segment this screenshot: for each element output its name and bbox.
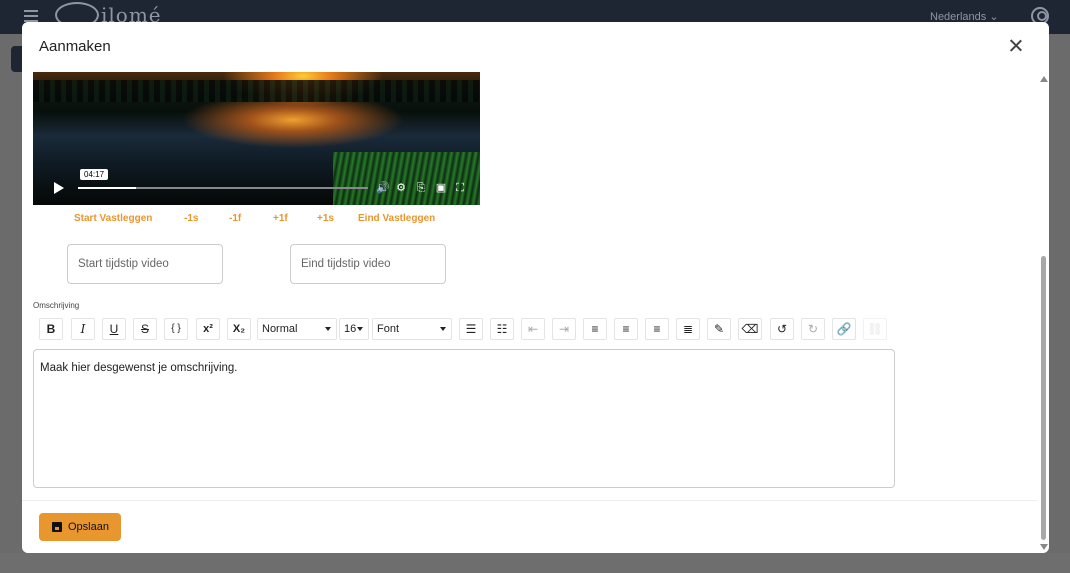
clear-formatting-eraser-icon[interactable]: ⌫ xyxy=(738,318,762,340)
plus-frame-button[interactable]: +1f xyxy=(273,213,288,224)
background-page xyxy=(0,553,1070,573)
code-button[interactable]: { } xyxy=(164,318,188,340)
align-center-icon[interactable]: ≡ xyxy=(614,318,638,340)
video-progress-bar[interactable] xyxy=(78,187,368,189)
end-time-input[interactable] xyxy=(290,244,446,284)
end-capture-button[interactable]: Eind Vastleggen xyxy=(358,213,435,224)
chevron-down-icon xyxy=(325,327,331,331)
editor-toolbar: B I U S { } x² X₂ Normal 16 Font ☰ ☷ ⇤ ⇥… xyxy=(33,316,895,344)
text-color-pen-icon[interactable]: ✎ xyxy=(707,318,731,340)
align-right-icon[interactable]: ≡ xyxy=(645,318,669,340)
minus-frame-button[interactable]: -1f xyxy=(229,213,241,224)
modal-scrollbar[interactable] xyxy=(1038,72,1048,552)
minus-second-button[interactable]: -1s xyxy=(184,213,198,224)
font-family-select[interactable]: Font xyxy=(372,318,452,340)
video-frame-trees xyxy=(33,80,480,102)
redo-icon[interactable]: ↻ xyxy=(801,318,825,340)
floppy-disk-icon xyxy=(52,522,62,532)
close-icon[interactable] xyxy=(1008,38,1024,54)
settings-gear-icon[interactable]: ⚙ xyxy=(395,182,407,194)
chevron-down-icon xyxy=(440,327,446,331)
paragraph-style-select[interactable]: Normal xyxy=(257,318,337,340)
footer-divider xyxy=(22,500,1038,501)
strikethrough-button[interactable]: S xyxy=(133,318,157,340)
current-time-tooltip: 04:17 xyxy=(80,169,109,180)
chevron-down-icon xyxy=(357,327,363,331)
video-player[interactable]: 04:17 🔊 ⚙ ⎘ ▣ ⛶ xyxy=(33,72,480,205)
volume-icon[interactable]: 🔊 xyxy=(376,182,390,194)
start-capture-button[interactable]: Start Vastleggen xyxy=(74,213,152,224)
font-size-select[interactable]: 16 xyxy=(339,318,369,340)
fullscreen-icon[interactable]: ⛶ xyxy=(454,182,466,194)
menu-icon[interactable] xyxy=(24,10,38,22)
bold-button[interactable]: B xyxy=(39,318,63,340)
description-editor[interactable]: Maak hier desgewenst je omschrijving. xyxy=(33,349,895,488)
link-icon[interactable]: 🔗 xyxy=(832,318,856,340)
play-icon[interactable] xyxy=(54,182,64,194)
description-text: Maak hier desgewenst je omschrijving. xyxy=(40,362,238,374)
modal-header: Aanmaken xyxy=(22,22,1049,72)
description-label: Omschrijving xyxy=(33,301,80,310)
superscript-button[interactable]: x² xyxy=(196,318,220,340)
start-time-input[interactable] xyxy=(67,244,223,284)
scroll-down-arrow-icon[interactable] xyxy=(1040,544,1048,550)
bullet-list-icon[interactable]: ☰ xyxy=(459,318,483,340)
video-progress-fill xyxy=(78,187,136,189)
align-left-icon[interactable]: ≡ xyxy=(583,318,607,340)
scroll-thumb[interactable] xyxy=(1041,256,1046,540)
create-modal: Aanmaken 04:17 🔊 ⚙ ⎘ ▣ ⛶ Start Vastlegge… xyxy=(22,22,1049,553)
modal-title: Aanmaken xyxy=(39,38,111,55)
save-button[interactable]: Opslaan xyxy=(39,513,121,541)
unlink-icon[interactable]: ⛓ xyxy=(863,318,887,340)
numbered-list-icon[interactable]: ☷ xyxy=(490,318,514,340)
italic-button[interactable]: I xyxy=(71,318,95,340)
underline-button[interactable]: U xyxy=(102,318,126,340)
undo-icon[interactable]: ↺ xyxy=(770,318,794,340)
scroll-up-arrow-icon[interactable] xyxy=(1040,76,1048,82)
video-frame-grass xyxy=(333,152,480,205)
picture-in-picture-icon[interactable]: ▣ xyxy=(435,182,447,194)
outdent-icon[interactable]: ⇤ xyxy=(521,318,545,340)
subscript-button[interactable]: X₂ xyxy=(227,318,251,340)
indent-icon[interactable]: ⇥ xyxy=(552,318,576,340)
plus-second-button[interactable]: +1s xyxy=(317,213,334,224)
cast-icon[interactable]: ⎘ xyxy=(415,182,427,194)
align-justify-icon[interactable]: ≣ xyxy=(676,318,700,340)
